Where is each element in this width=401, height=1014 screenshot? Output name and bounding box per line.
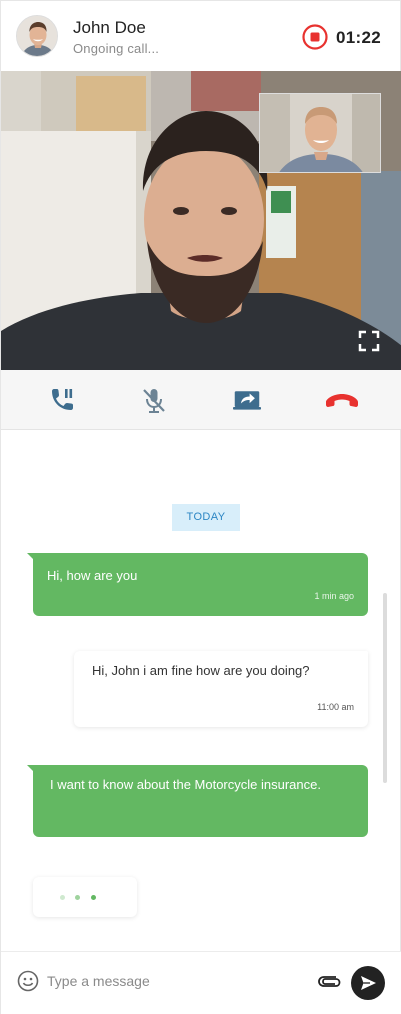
- call-status: Ongoing call...: [73, 41, 160, 56]
- local-video-feed: [260, 94, 380, 172]
- screen-share-icon[interactable]: [233, 386, 261, 414]
- hang-up-icon[interactable]: [324, 386, 360, 414]
- typing-dot: [75, 895, 80, 900]
- typing-indicator: [33, 877, 137, 917]
- message-time: 11:00 am: [317, 702, 354, 712]
- contact-name: John Doe: [73, 18, 146, 37]
- message-text: Hi, John i am fine how are you doing?: [92, 663, 310, 678]
- emoji-icon[interactable]: [17, 970, 39, 992]
- fullscreen-icon[interactable]: [357, 329, 381, 353]
- message-input[interactable]: [47, 966, 297, 996]
- microphone-off-icon[interactable]: [140, 386, 168, 414]
- incoming-message: I want to know about the Motorcycle insu…: [27, 765, 368, 837]
- date-separator: TODAY: [172, 504, 240, 531]
- contact-avatar: [16, 15, 58, 57]
- message-composer: [1, 951, 401, 1014]
- paperclip-icon[interactable]: [316, 971, 342, 991]
- send-icon[interactable]: [351, 966, 385, 1000]
- bubble-tail: [27, 553, 35, 561]
- phone-pause-icon[interactable]: [48, 386, 76, 414]
- incoming-message: Hi, how are you 1 min ago: [27, 553, 368, 616]
- chat-scrollbar[interactable]: [383, 593, 387, 783]
- call-controls: [1, 370, 401, 430]
- avatar-image: [17, 16, 57, 56]
- chat-thread[interactable]: TODAY Hi, how are you 1 min ago Hi, John…: [1, 431, 401, 951]
- typing-dot: [91, 895, 96, 900]
- outgoing-message: Hi, John i am fine how are you doing? 11…: [74, 651, 368, 727]
- remote-video: [1, 71, 401, 370]
- record-stop-icon[interactable]: [302, 24, 328, 50]
- typing-dot: [60, 895, 65, 900]
- message-text: Hi, how are you: [47, 568, 138, 583]
- call-chat-widget: John Doe Ongoing call... 01:22 TODAY Hi,…: [0, 0, 401, 1014]
- call-header: John Doe Ongoing call... 01:22: [1, 1, 400, 71]
- call-timer: 01:22: [336, 28, 381, 47]
- message-time: 1 min ago: [314, 591, 354, 601]
- local-video-preview[interactable]: [259, 93, 381, 173]
- bubble-tail: [27, 765, 35, 773]
- message-text: I want to know about the Motorcycle insu…: [50, 777, 321, 792]
